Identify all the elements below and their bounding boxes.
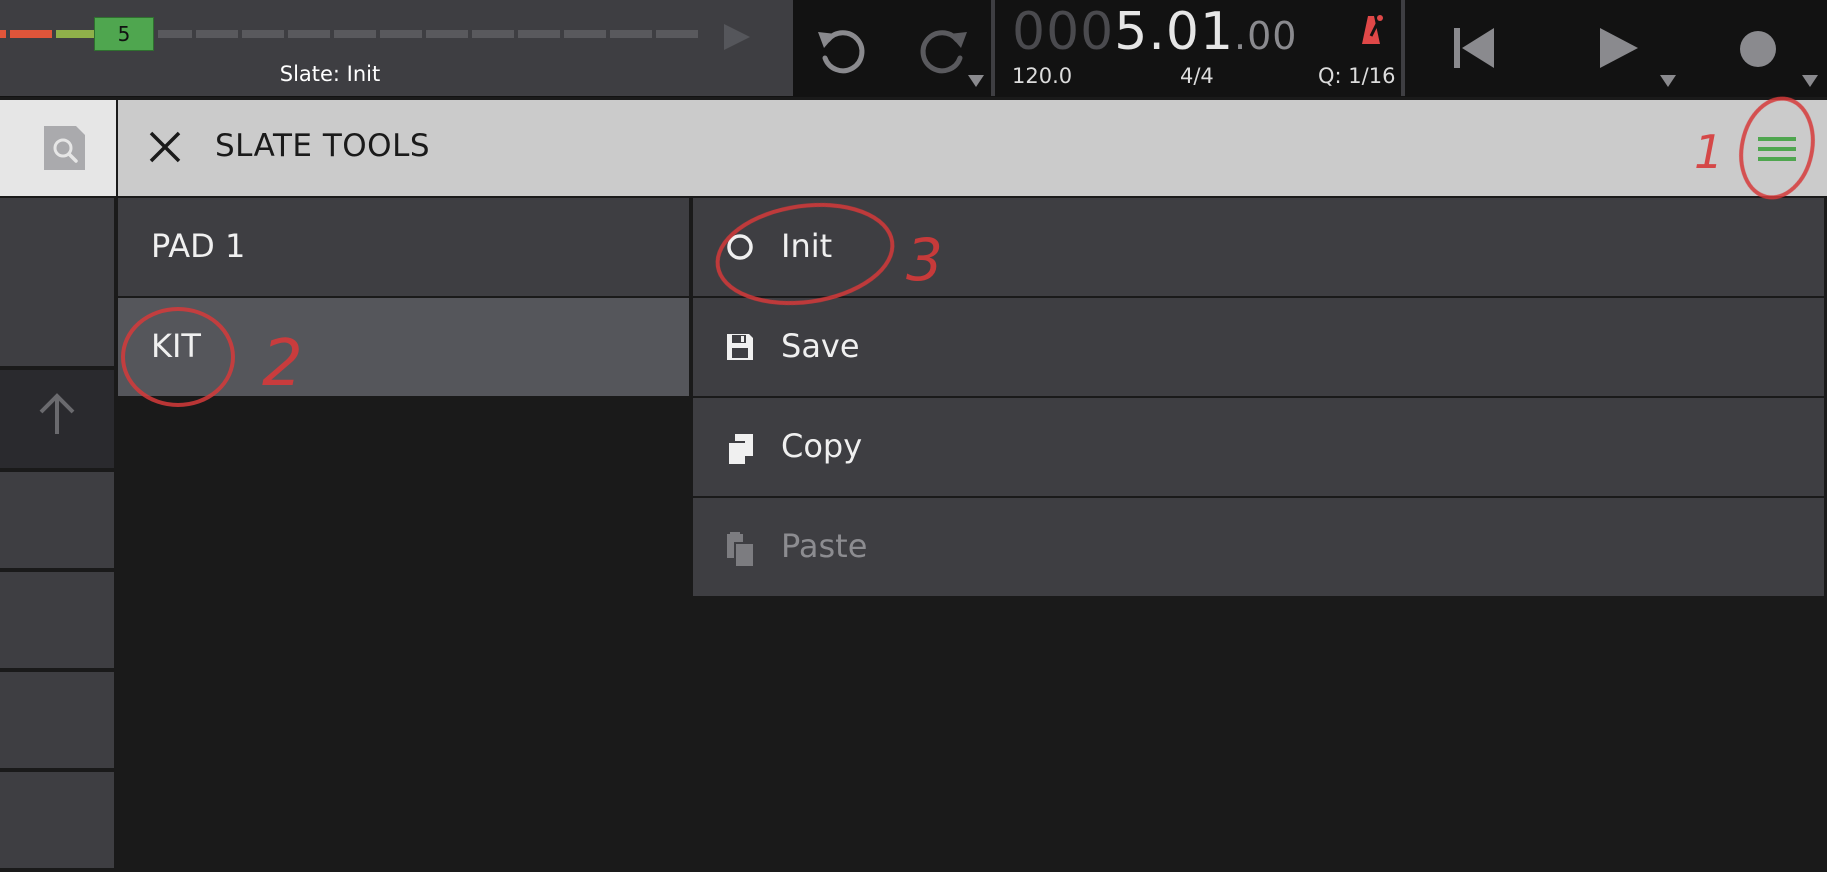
target-list: PAD 1 KIT	[118, 198, 689, 872]
pad-segment	[334, 30, 376, 38]
target-item-kit[interactable]: KIT	[118, 298, 689, 396]
slate-play-icon[interactable]	[722, 22, 752, 52]
action-label: Init	[781, 227, 833, 265]
pad-segment	[472, 30, 514, 38]
play-icon[interactable]	[1598, 26, 1640, 70]
pad-segment	[610, 30, 652, 38]
tempo-readout[interactable]: 120.0	[1012, 64, 1072, 88]
time-signature-readout[interactable]: 4/4	[1180, 64, 1214, 88]
side-cell[interactable]	[0, 772, 114, 868]
skip-to-start-icon[interactable]	[1452, 26, 1496, 70]
pad-segment	[242, 30, 284, 38]
up-button[interactable]	[0, 370, 114, 468]
paste-action[interactable]: Paste	[693, 498, 1824, 596]
side-cell[interactable]	[0, 472, 114, 568]
slate-name: Slate: Init	[279, 62, 381, 86]
slate-panel[interactable]: 5 Slate: Init	[0, 0, 793, 96]
undo-icon[interactable]	[812, 18, 870, 76]
save-action[interactable]: Save	[693, 298, 1824, 396]
pad-segment	[380, 30, 422, 38]
divider	[1401, 0, 1405, 96]
up-arrow-icon	[39, 393, 75, 434]
target-item-label: PAD 1	[151, 227, 246, 265]
pad-segment	[518, 30, 560, 38]
redo-menu-caret-icon[interactable]	[968, 75, 984, 87]
side-navigation	[0, 100, 116, 872]
play-menu-caret-icon[interactable]	[1660, 75, 1676, 87]
hamburger-menu-icon[interactable]	[1758, 134, 1796, 164]
action-label: Copy	[781, 427, 863, 465]
current-pad-indicator[interactable]: 5	[94, 17, 154, 51]
pad-segment	[158, 30, 192, 38]
record-menu-caret-icon[interactable]	[1802, 75, 1818, 87]
counter-leading-digits: 000	[1012, 2, 1115, 62]
side-cell[interactable]	[0, 672, 114, 768]
position-counter[interactable]: 0005.01.00	[1012, 2, 1297, 62]
counter-bars-beats: 5.01	[1114, 2, 1235, 62]
search-icon	[44, 126, 85, 170]
side-cell[interactable]	[0, 198, 114, 366]
action-list: Init Save Copy Paste	[693, 198, 1824, 872]
floppy-disk-icon	[727, 334, 753, 360]
search-button[interactable]	[0, 100, 116, 196]
target-item-label: KIT	[151, 327, 201, 365]
pad-segment	[656, 30, 698, 38]
action-label: Save	[781, 327, 860, 365]
panel-header: SLATE TOOLS	[118, 100, 1827, 196]
pad-segment	[426, 30, 468, 38]
pad-segment	[564, 30, 606, 38]
transport-bar: 5 Slate: Init 0005.01.00 120.0 4/4 Q: 1/…	[0, 0, 1827, 97]
pad-segment	[10, 30, 52, 38]
app-window: 5 Slate: Init 0005.01.00 120.0 4/4 Q: 1/…	[0, 0, 1827, 872]
redo-icon[interactable]	[915, 18, 973, 76]
counter-ticks: .00	[1234, 14, 1298, 58]
target-item-pad-1[interactable]: PAD 1	[118, 198, 689, 296]
pad-segment	[0, 30, 6, 38]
pad-segment	[56, 30, 94, 38]
pad-segment	[288, 30, 330, 38]
pad-segment	[196, 30, 238, 38]
divider	[991, 0, 995, 96]
side-cell[interactable]	[0, 572, 114, 668]
copy-action[interactable]: Copy	[693, 398, 1824, 496]
metronome-icon[interactable]	[1356, 14, 1386, 46]
record-icon[interactable]	[1738, 29, 1778, 69]
quantize-readout[interactable]: Q: 1/16	[1318, 64, 1395, 88]
circle-icon	[727, 234, 753, 260]
copy-icon	[727, 434, 753, 464]
init-action[interactable]: Init	[693, 198, 1824, 296]
close-icon[interactable]	[148, 130, 182, 164]
paste-icon	[727, 532, 753, 566]
action-label: Paste	[781, 527, 868, 565]
panel-title: SLATE TOOLS	[215, 128, 431, 164]
